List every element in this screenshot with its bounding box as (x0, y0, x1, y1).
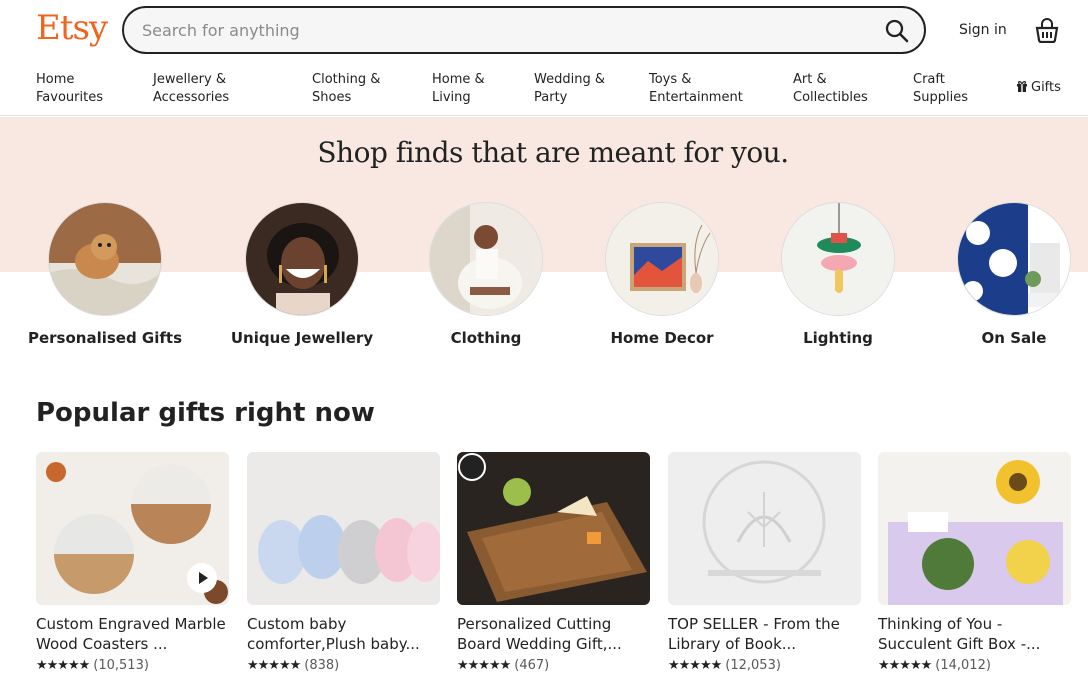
category-image (605, 202, 719, 316)
star-rating-icon: ★★★★★ (247, 658, 301, 673)
category-personalised-gifts[interactable]: Personalised Gifts (10, 202, 200, 347)
nav-item-home-living[interactable]: Home & Living (432, 71, 485, 107)
product-rating: ★★★★★ (467) (457, 658, 650, 673)
product-rating: ★★★★★ (10,513) (36, 658, 229, 673)
sign-in-link[interactable]: Sign in (959, 22, 1007, 38)
popular-gifts-heading: Popular gifts right now (36, 398, 375, 428)
search-icon[interactable] (884, 18, 910, 44)
product-title: Custom baby comforter,Plush baby... (247, 615, 420, 653)
star-rating-icon: ★★★★★ (878, 658, 932, 673)
category-unique-jewellery[interactable]: Unique Jewellery (207, 202, 397, 347)
product-card[interactable]: TOP SELLER - From the Library of Book...… (668, 452, 861, 673)
search-bar (122, 6, 926, 54)
nav-item-jewellery[interactable]: Jewellery & Accessories (153, 71, 229, 107)
product-card[interactable]: Thinking of You - Succulent Gift Box -..… (878, 452, 1071, 673)
review-count: (10,513) (93, 658, 149, 673)
product-title: Thinking of You - Succulent Gift Box -..… (878, 615, 1041, 653)
product-rating: ★★★★★ (14,012) (878, 658, 1071, 673)
site-header: Etsy Sign in (0, 0, 1088, 62)
search-input[interactable] (142, 18, 842, 42)
category-image (429, 202, 543, 316)
review-count: (467) (514, 658, 550, 673)
nav-item-art[interactable]: Art & Collectibles (793, 71, 868, 107)
category-image (957, 202, 1071, 316)
product-image (457, 452, 650, 605)
category-image (781, 202, 895, 316)
star-rating-icon: ★★★★★ (457, 658, 511, 673)
category-image (48, 202, 162, 316)
product-title: TOP SELLER - From the Library of Book... (668, 615, 840, 653)
nav-item-clothing[interactable]: Clothing & Shoes (312, 71, 380, 107)
review-count: (838) (304, 658, 340, 673)
etsy-logo[interactable]: Etsy (36, 8, 108, 48)
product-rating: ★★★★★ (12,053) (668, 658, 861, 673)
category-home-decor[interactable]: Home Decor (567, 202, 757, 347)
category-clothing[interactable]: Clothing (391, 202, 581, 347)
review-count: (12,053) (725, 658, 781, 673)
product-rating: ★★★★★ (838) (247, 658, 440, 673)
category-nav: Home Favourites Jewellery & Accessories Cl… (0, 62, 1088, 116)
nav-item-wedding[interactable]: Wedding & Party (534, 71, 605, 107)
product-card[interactable]: Personalized Cutting Board Wedding Gift,… (457, 452, 650, 673)
category-on-sale[interactable]: On Sale (919, 202, 1088, 347)
product-card[interactable]: Custom Engraved Marble Wood Coasters ...… (36, 452, 229, 673)
gift-icon (1017, 81, 1027, 92)
nav-item-craft[interactable]: Craft Supplies (913, 71, 968, 107)
product-image (36, 452, 229, 605)
review-count: (14,012) (935, 658, 991, 673)
product-image (247, 452, 440, 605)
nav-item-gifts[interactable]: Gifts (1016, 80, 1061, 95)
star-rating-icon: ★★★★★ (668, 658, 722, 673)
nav-item-home-favourites[interactable]: Home Favourites (36, 71, 103, 107)
nav-item-toys[interactable]: Toys & Entertainment (649, 71, 743, 107)
shopping-basket-icon[interactable] (1035, 17, 1059, 44)
play-icon[interactable] (187, 563, 217, 593)
product-card[interactable]: Custom baby comforter,Plush baby... ★★★★… (247, 452, 440, 673)
category-lighting[interactable]: Lighting (743, 202, 933, 347)
category-image (245, 202, 359, 316)
product-image (878, 452, 1071, 605)
hero-title: Shop finds that are meant for you. (317, 136, 789, 169)
product-title: Custom Engraved Marble Wood Coasters ... (36, 615, 226, 653)
product-image (668, 452, 861, 605)
star-rating-icon: ★★★★★ (36, 658, 90, 673)
product-title: Personalized Cutting Board Wedding Gift,… (457, 615, 622, 653)
